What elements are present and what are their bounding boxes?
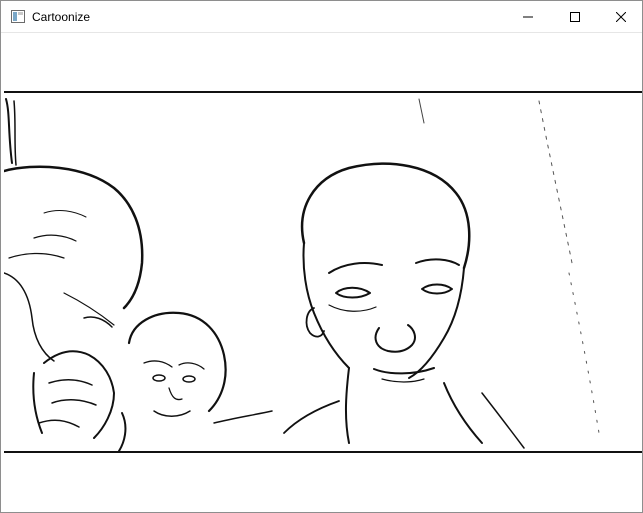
client-area [1, 33, 642, 512]
title-bar[interactable]: Cartoonize [1, 1, 642, 33]
window-title: Cartoonize [32, 10, 91, 24]
close-button[interactable] [598, 1, 643, 32]
minimize-button[interactable] [505, 1, 551, 32]
close-icon [616, 11, 626, 22]
app-window: Cartoonize [0, 0, 643, 513]
app-window-icon[interactable] [10, 9, 26, 25]
maximize-icon [570, 11, 580, 22]
maximize-button[interactable] [552, 1, 598, 32]
cartoon-canvas [4, 91, 642, 453]
minimize-icon [523, 12, 533, 22]
cartoon-edge-render [4, 98, 600, 451]
